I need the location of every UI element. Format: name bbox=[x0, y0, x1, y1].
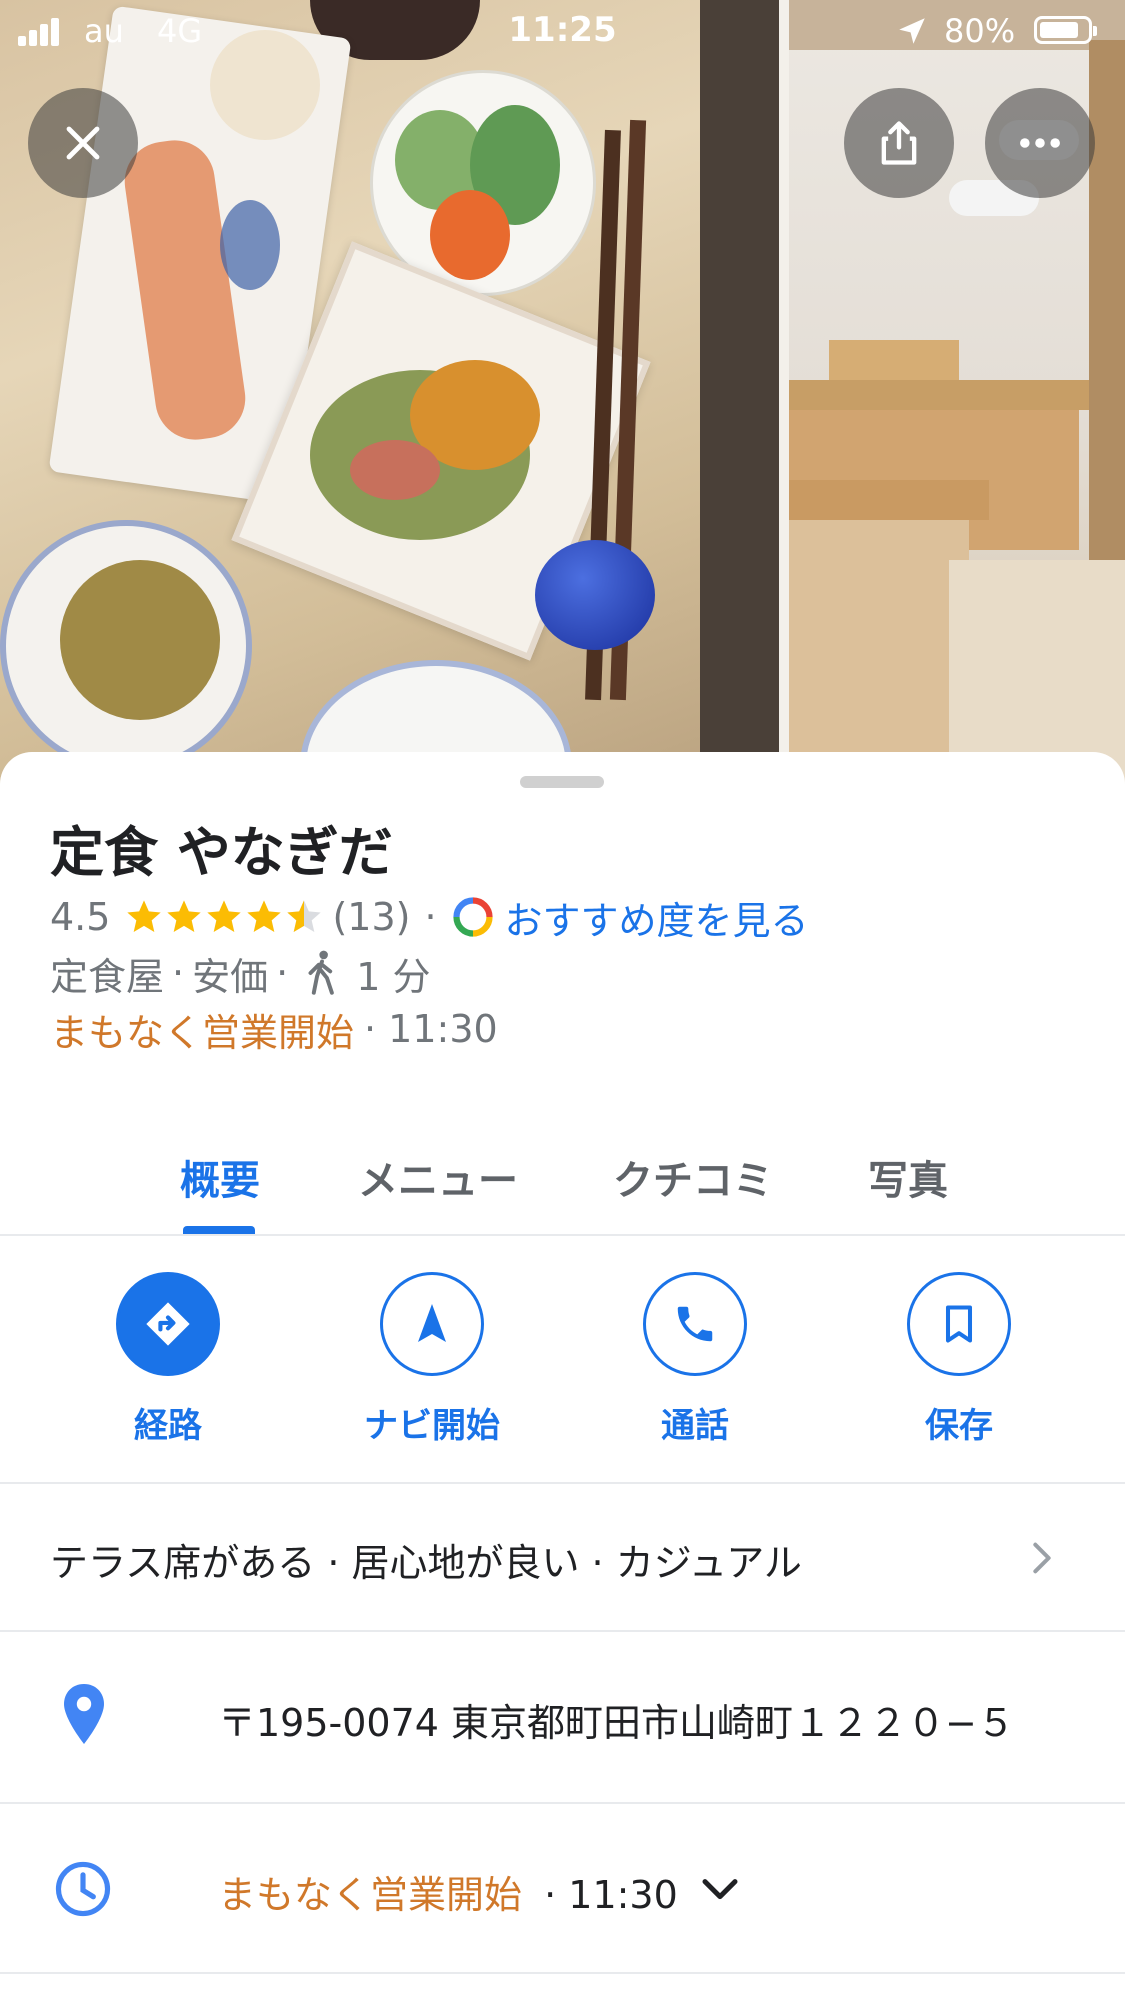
tab-menu[interactable]: メニュー bbox=[358, 1148, 518, 1206]
half-star-icon bbox=[287, 900, 322, 932]
call-button[interactable]: 通話 bbox=[605, 1234, 785, 1447]
google-recommend-icon bbox=[452, 897, 493, 937]
tab-overview[interactable]: 概要 bbox=[180, 1148, 260, 1206]
hours-status: まもなく営業開始 bbox=[218, 1873, 523, 1917]
location-arrow-icon bbox=[899, 18, 925, 44]
share-icon bbox=[881, 121, 917, 165]
directions-icon bbox=[146, 1302, 190, 1346]
address-text: 〒195-0074 東京都町田市山崎町１２２０−５ bbox=[218, 1701, 1015, 1745]
star-icon bbox=[167, 900, 202, 932]
open-time: · 11:30 bbox=[364, 1007, 498, 1051]
photo-ham bbox=[350, 440, 440, 500]
phone-icon bbox=[677, 1306, 713, 1342]
close-button[interactable] bbox=[28, 88, 138, 198]
star-icon bbox=[127, 900, 162, 932]
review-count[interactable]: (13) bbox=[332, 895, 410, 939]
photo-carrot bbox=[430, 190, 510, 280]
navigation-icon bbox=[418, 1304, 446, 1342]
star-icon bbox=[247, 900, 282, 932]
price-label: 安価 bbox=[192, 954, 269, 999]
photo-chair-back bbox=[829, 340, 959, 380]
directions-button[interactable]: 経路 bbox=[78, 1234, 258, 1447]
photo-chair bbox=[789, 480, 989, 520]
save-button[interactable]: 保存 bbox=[869, 1234, 1049, 1447]
chevron-down-icon[interactable] bbox=[700, 1874, 740, 1906]
attributes-text: テラス席がある · 居心地が良い · カジュアル bbox=[50, 1541, 802, 1585]
action-bar: 経路 ナビ開始 通話 保存 bbox=[0, 1234, 1125, 1484]
directions-circle[interactable] bbox=[116, 1272, 220, 1376]
call-circle[interactable] bbox=[643, 1272, 747, 1376]
bookmark-icon bbox=[945, 1305, 973, 1343]
separator: · bbox=[424, 895, 437, 939]
rating-stars bbox=[124, 897, 324, 937]
clock-icon bbox=[55, 1861, 111, 1917]
battery-percent: 80% bbox=[944, 12, 1016, 50]
star-icon bbox=[207, 900, 242, 932]
photo-chair-2 bbox=[789, 520, 969, 790]
more-button[interactable] bbox=[985, 88, 1095, 198]
walking-icon bbox=[308, 950, 335, 995]
active-tab-indicator bbox=[183, 1226, 255, 1234]
start-navigation-button[interactable]: ナビ開始 bbox=[342, 1234, 522, 1447]
open-status: まもなく営業開始 bbox=[50, 1010, 355, 1055]
navigation-label: ナビ開始 bbox=[364, 1406, 500, 1446]
hours-row[interactable]: まもなく営業開始 · 11:30 bbox=[0, 1804, 1125, 1974]
separator: · bbox=[172, 951, 185, 995]
call-label: 通話 bbox=[661, 1406, 729, 1446]
tab-reviews[interactable]: クチコミ bbox=[613, 1148, 773, 1206]
recommend-link[interactable]: おすすめ度を見る bbox=[505, 890, 809, 945]
photo-divider bbox=[779, 0, 789, 790]
photo-chopstick-rest bbox=[535, 540, 655, 650]
directions-label: 経路 bbox=[134, 1406, 202, 1446]
chevron-right-icon bbox=[1033, 1542, 1051, 1574]
rating-value: 4.5 bbox=[50, 895, 111, 939]
tab-bar: 概要 メニュー クチコミ 写真 bbox=[0, 1122, 1125, 1236]
separator: · bbox=[276, 951, 289, 995]
photo-gallery[interactable] bbox=[0, 0, 1125, 790]
drag-handle[interactable] bbox=[520, 776, 604, 788]
photo-shadow bbox=[700, 0, 779, 790]
attributes-row[interactable]: テラス席がある · 居心地が良い · カジュアル bbox=[0, 1484, 1125, 1632]
hours-time: · 11:30 bbox=[544, 1873, 678, 1917]
address-row[interactable]: 〒195-0074 東京都町田市山崎町１２２０−５ bbox=[0, 1632, 1125, 1804]
info-row: 定食屋 · 安価 · 1 分 bbox=[50, 948, 431, 999]
rating-row: 4.5 (13) · おすすめ度を見る bbox=[50, 890, 809, 945]
photo-table-top bbox=[789, 380, 1089, 410]
more-icon bbox=[1020, 138, 1060, 148]
walk-time: 1 分 bbox=[356, 954, 431, 999]
navigation-circle[interactable] bbox=[380, 1272, 484, 1376]
status-bar: au 4G 11:25 80% bbox=[0, 0, 1125, 62]
close-icon bbox=[66, 126, 100, 160]
save-label: 保存 bbox=[925, 1406, 993, 1446]
place-sheet: 定食 やなぎだ 4.5 (13) · おすすめ度を見る 定食屋 · 安価 · 1… bbox=[0, 752, 1125, 2001]
hours-summary: まもなく営業開始 · 11:30 bbox=[50, 1004, 498, 1055]
hours-text: まもなく営業開始 · 11:30 bbox=[218, 1864, 678, 1919]
photo-plate-pattern bbox=[220, 200, 280, 290]
photo-side-dish bbox=[60, 560, 220, 720]
battery-icon bbox=[1034, 16, 1097, 44]
save-circle[interactable] bbox=[907, 1272, 1011, 1376]
share-button[interactable] bbox=[844, 88, 954, 198]
location-pin-icon bbox=[64, 1684, 104, 1744]
tab-photos[interactable]: 写真 bbox=[868, 1148, 948, 1206]
category-label: 定食屋 bbox=[50, 954, 165, 999]
place-title: 定食 やなぎだ bbox=[50, 821, 393, 884]
